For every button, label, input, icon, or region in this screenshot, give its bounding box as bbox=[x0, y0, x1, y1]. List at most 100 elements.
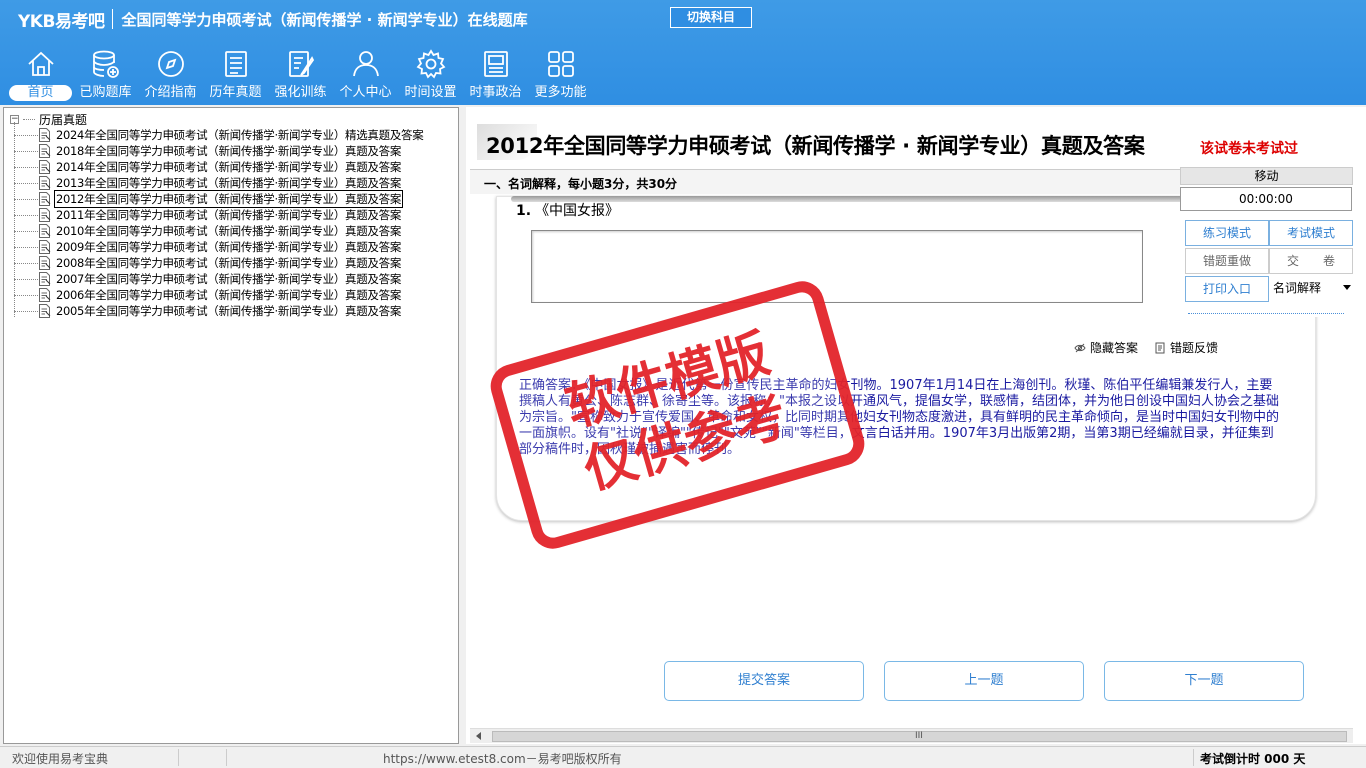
tree-item-label: 2007年全国同等学力申硕考试（新闻传播学·新闻学专业）真题及答案 bbox=[56, 272, 402, 286]
tree-item-label: 2010年全国同等学力申硕考试（新闻传播学·新闻学专业）真题及答案 bbox=[56, 224, 402, 238]
answer-input[interactable] bbox=[531, 230, 1143, 303]
switch-subject-button[interactable]: 切换科目 bbox=[670, 7, 752, 28]
question-text: 《中国女报》 bbox=[535, 203, 620, 219]
nav-label: 历年真题 bbox=[209, 85, 262, 100]
question-type-select[interactable]: 名词解释 bbox=[1269, 275, 1355, 301]
nav-more[interactable]: 更多功能 bbox=[528, 48, 593, 101]
section-heading: 一、名词解释，每小题3分，共30分 bbox=[484, 177, 678, 191]
report-icon bbox=[1155, 342, 1165, 353]
tree-root-label: 历届真题 bbox=[39, 112, 88, 127]
redo-wrong-button[interactable]: 错题重做 bbox=[1185, 248, 1269, 274]
print-button[interactable]: 打印入口 bbox=[1185, 276, 1269, 302]
tree-connector bbox=[14, 198, 38, 200]
document-icon bbox=[39, 272, 51, 286]
database-icon bbox=[92, 50, 119, 78]
tree-connector bbox=[14, 134, 38, 136]
nav-label: 时事政治 bbox=[469, 85, 522, 100]
nav-purchased[interactable]: 已购题库 bbox=[73, 48, 138, 101]
timer-display: 00:00:00 bbox=[1180, 187, 1352, 211]
chevron-down-icon bbox=[1343, 285, 1351, 290]
nav-label: 强化训练 bbox=[274, 85, 327, 100]
tree-item[interactable]: 2014年全国同等学力申硕考试（新闻传播学·新闻学专业）真题及答案 bbox=[14, 159, 424, 175]
tree-connector bbox=[14, 262, 38, 264]
document-icon bbox=[39, 208, 51, 222]
tree-item[interactable]: 2008年全国同等学力申硕考试（新闻传播学·新闻学专业）真题及答案 bbox=[14, 255, 424, 271]
submit-paper-button[interactable]: 交 卷 bbox=[1269, 248, 1353, 274]
exam-countdown: 考试倒计时 000 天 bbox=[1200, 752, 1306, 766]
tree-item[interactable]: 2012年全国同等学力申硕考试（新闻传播学·新闻学专业）真题及答案 bbox=[14, 190, 424, 208]
tree-item[interactable]: 2013年全国同等学力申硕考试（新闻传播学·新闻学专业）真题及答案 bbox=[14, 175, 424, 191]
move-handle[interactable]: 移动 bbox=[1180, 167, 1353, 185]
tree-connector bbox=[14, 150, 38, 152]
tree-root[interactable]: − 历届真题 bbox=[10, 111, 87, 127]
status-divider bbox=[226, 749, 227, 766]
tree-item[interactable]: 2006年全国同等学力申硕考试（新闻传播学·新闻学专业）真题及答案 bbox=[14, 287, 424, 303]
user-icon bbox=[352, 51, 379, 77]
list-icon bbox=[224, 51, 247, 77]
answer-tools: 隐藏答案 错题反馈 bbox=[1058, 339, 1218, 356]
scroll-grip-icon: III bbox=[915, 731, 923, 741]
tree-item[interactable]: 2010年全国同等学力申硕考试（新闻传播学·新闻学专业）真题及答案 bbox=[14, 223, 424, 239]
tree-item-label: 2013年全国同等学力申硕考试（新闻传播学·新闻学专业）真题及答案 bbox=[56, 176, 402, 190]
nav-politics[interactable]: 时事政治 bbox=[463, 48, 528, 101]
tree-item[interactable]: 2009年全国同等学力申硕考试（新闻传播学·新闻学专业）真题及答案 bbox=[14, 239, 424, 255]
tree-item-label: 2024年全国同等学力申硕考试（新闻传播学·新闻学专业）精选真题及答案 bbox=[56, 128, 424, 142]
nav-past-papers[interactable]: 历年真题 bbox=[203, 48, 268, 101]
document-icon bbox=[39, 176, 51, 190]
tree-item-label: 2014年全国同等学力申硕考试（新闻传播学·新闻学专业）真题及答案 bbox=[56, 160, 402, 174]
nav-time-settings[interactable]: 时间设置 bbox=[398, 48, 463, 101]
exam-mode-button[interactable]: 考试模式 bbox=[1269, 220, 1353, 246]
prev-question-button[interactable]: 上一题 bbox=[884, 661, 1084, 701]
horizontal-scrollbar[interactable]: III bbox=[470, 728, 1353, 743]
paper-tree: − 历届真题 2024年全国同等学力申硕考试（新闻传播学·新闻学专业）精选真题及… bbox=[3, 107, 459, 744]
nav-label: 介绍指南 bbox=[144, 85, 197, 100]
nav-label: 个人中心 bbox=[339, 85, 392, 100]
not-tested-badge: 该试卷未考试过 bbox=[1200, 141, 1298, 157]
edit-icon bbox=[288, 51, 314, 77]
tree-item-label: 2009年全国同等学力申硕考试（新闻传播学·新闻学专业）真题及答案 bbox=[56, 240, 402, 254]
tree-item[interactable]: 2011年全国同等学力申硕考试（新闻传播学·新闻学专业）真题及答案 bbox=[14, 207, 424, 223]
nav-profile[interactable]: 个人中心 bbox=[333, 48, 398, 101]
tree-connector bbox=[14, 214, 38, 216]
tree-connector bbox=[23, 118, 35, 120]
status-divider bbox=[1193, 749, 1194, 766]
tree-item[interactable]: 2005年全国同等学力申硕考试（新闻传播学·新闻学专业）真题及答案 bbox=[14, 303, 424, 319]
status-site: https://www.etest8.com－易考吧版权所有 bbox=[383, 752, 622, 766]
document-icon bbox=[39, 160, 51, 174]
nav-label: 已购题库 bbox=[79, 85, 132, 100]
paper-title: 2012年全国同等学力申硕考试（新闻传播学 · 新闻学专业）真题及答案 bbox=[486, 134, 1145, 158]
tree-item[interactable]: 2007年全国同等学力申硕考试（新闻传播学·新闻学专业）真题及答案 bbox=[14, 271, 424, 287]
home-icon bbox=[27, 51, 54, 76]
brand: YKB易考吧 全国同等学力申硕考试（新闻传播学 · 新闻学专业）在线题库 bbox=[18, 8, 528, 32]
title-separator bbox=[112, 9, 114, 29]
tree-connector bbox=[14, 166, 38, 168]
scroll-left-icon[interactable] bbox=[476, 732, 481, 740]
status-divider bbox=[178, 749, 179, 766]
document-icon bbox=[39, 144, 51, 158]
nav-home[interactable]: 首页 bbox=[8, 48, 73, 101]
nav-guide[interactable]: 介绍指南 bbox=[138, 48, 203, 101]
collapse-icon[interactable]: − bbox=[10, 114, 19, 124]
hide-answer-button[interactable]: 隐藏答案 bbox=[1074, 339, 1138, 356]
tree-connector bbox=[14, 246, 38, 248]
tree-connector bbox=[14, 294, 38, 296]
app-header: YKB易考吧 全国同等学力申硕考试（新闻传播学 · 新闻学专业）在线题库 切换科… bbox=[0, 0, 1366, 105]
feedback-button[interactable]: 错题反馈 bbox=[1154, 339, 1218, 356]
document-icon bbox=[39, 192, 51, 206]
question-stem: 1. 《中国女报》 bbox=[516, 200, 619, 220]
document-icon bbox=[39, 256, 51, 270]
tree-item[interactable]: 2018年全国同等学力申硕考试（新闻传播学·新闻学专业）真题及答案 bbox=[14, 143, 424, 159]
nav-label: 时间设置 bbox=[404, 85, 457, 100]
tree-connector bbox=[14, 278, 38, 280]
next-question-button[interactable]: 下一题 bbox=[1104, 661, 1304, 701]
practice-mode-button[interactable]: 练习模式 bbox=[1185, 220, 1269, 246]
question-number: 1. bbox=[516, 203, 532, 219]
tree-item-label: 2018年全国同等学力申硕考试（新闻传播学·新闻学专业）真题及答案 bbox=[56, 144, 402, 158]
submit-answer-button[interactable]: 提交答案 bbox=[664, 661, 864, 701]
grid-icon bbox=[547, 51, 574, 77]
tree-connector bbox=[14, 182, 38, 184]
compass-icon bbox=[157, 51, 184, 77]
tree-item[interactable]: 2024年全国同等学力申硕考试（新闻传播学·新闻学专业）精选真题及答案 bbox=[14, 127, 424, 143]
document-icon bbox=[39, 224, 51, 238]
nav-training[interactable]: 强化训练 bbox=[268, 48, 333, 101]
